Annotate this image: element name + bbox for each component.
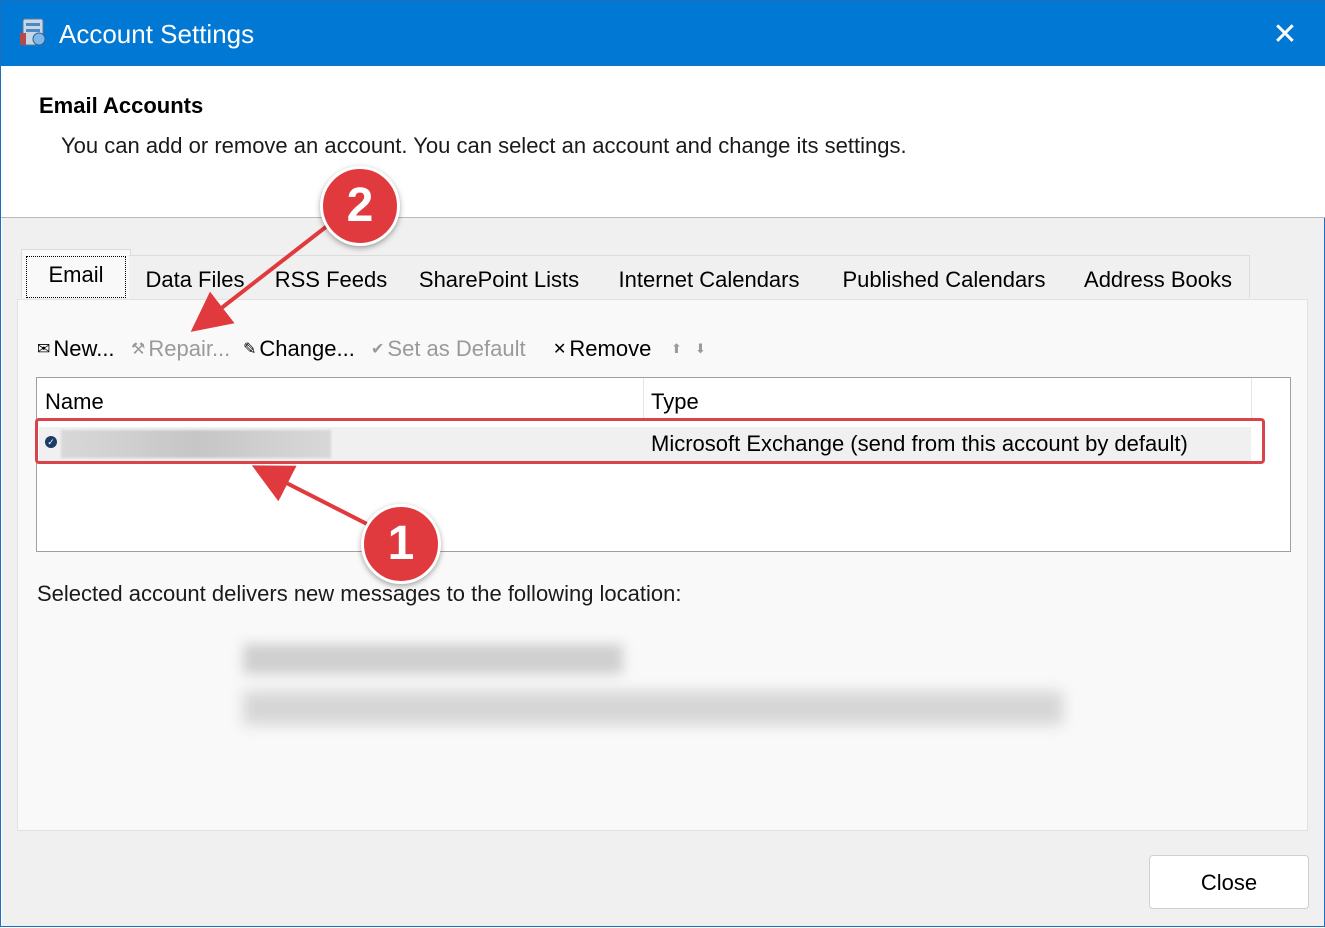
remove-button[interactable]: ✕ Remove bbox=[553, 331, 651, 367]
title-bar: Account Settings ✕ bbox=[1, 1, 1325, 66]
move-up-icon[interactable]: ⬆ bbox=[671, 331, 682, 367]
window-close-icon[interactable]: ✕ bbox=[1263, 13, 1307, 57]
remove-label: Remove bbox=[569, 336, 652, 361]
column-separator bbox=[1251, 378, 1252, 418]
window-title: Account Settings bbox=[59, 19, 255, 49]
tab-email-label: Email bbox=[26, 256, 126, 298]
column-header-type[interactable]: Type bbox=[651, 378, 699, 418]
tab-rss-feeds[interactable]: RSS Feeds bbox=[261, 255, 402, 298]
change-button[interactable]: ✎ Change... bbox=[243, 331, 355, 367]
new-label: New... bbox=[53, 336, 115, 361]
tab-data-files[interactable]: Data Files bbox=[129, 255, 262, 298]
repair-button[interactable]: ⚒ Repair... bbox=[131, 331, 230, 367]
set-default-icon: ✔ bbox=[371, 341, 385, 359]
move-down-icon[interactable]: ⬇ bbox=[695, 331, 706, 367]
set-as-default-button[interactable]: ✔ Set as Default bbox=[371, 331, 526, 367]
tab-address-books[interactable]: Address Books bbox=[1067, 255, 1250, 298]
section-subtitle: You can add or remove an account. You ca… bbox=[61, 133, 907, 158]
annotation-highlight-box bbox=[35, 418, 1265, 464]
account-list: Name Type ✓ Microsoft Exchange (send fro… bbox=[36, 377, 1291, 552]
delivery-path-redacted bbox=[243, 691, 1063, 725]
tab-published-calendars[interactable]: Published Calendars bbox=[821, 255, 1068, 298]
tab-internet-calendars[interactable]: Internet Calendars bbox=[597, 255, 822, 298]
repair-icon: ⚒ bbox=[131, 341, 146, 359]
annotation-badge-1: 1 bbox=[361, 504, 441, 584]
section-title: Email Accounts bbox=[39, 93, 204, 118]
new-button[interactable]: ✉ New... bbox=[37, 331, 115, 367]
delivery-location-redacted bbox=[243, 644, 623, 674]
new-account-icon: ✉ bbox=[37, 341, 51, 359]
account-settings-window: Account Settings ✕ Email Accounts You ca… bbox=[0, 0, 1325, 927]
tab-sharepoint-lists[interactable]: SharePoint Lists bbox=[401, 255, 598, 298]
change-icon: ✎ bbox=[243, 341, 257, 359]
column-separator bbox=[643, 378, 644, 418]
repair-label: Repair... bbox=[148, 336, 231, 361]
close-button[interactable]: Close bbox=[1149, 855, 1309, 909]
column-header-name[interactable]: Name bbox=[45, 378, 104, 418]
change-label: Change... bbox=[259, 336, 355, 361]
set-default-label: Set as Default bbox=[387, 336, 526, 361]
remove-icon: ✕ bbox=[553, 341, 567, 359]
account-settings-app-icon bbox=[20, 18, 46, 46]
delivery-location-label: Selected account delivers new messages t… bbox=[37, 581, 682, 606]
tab-email[interactable]: Email bbox=[21, 249, 131, 298]
annotation-badge-2: 2 bbox=[320, 166, 400, 246]
